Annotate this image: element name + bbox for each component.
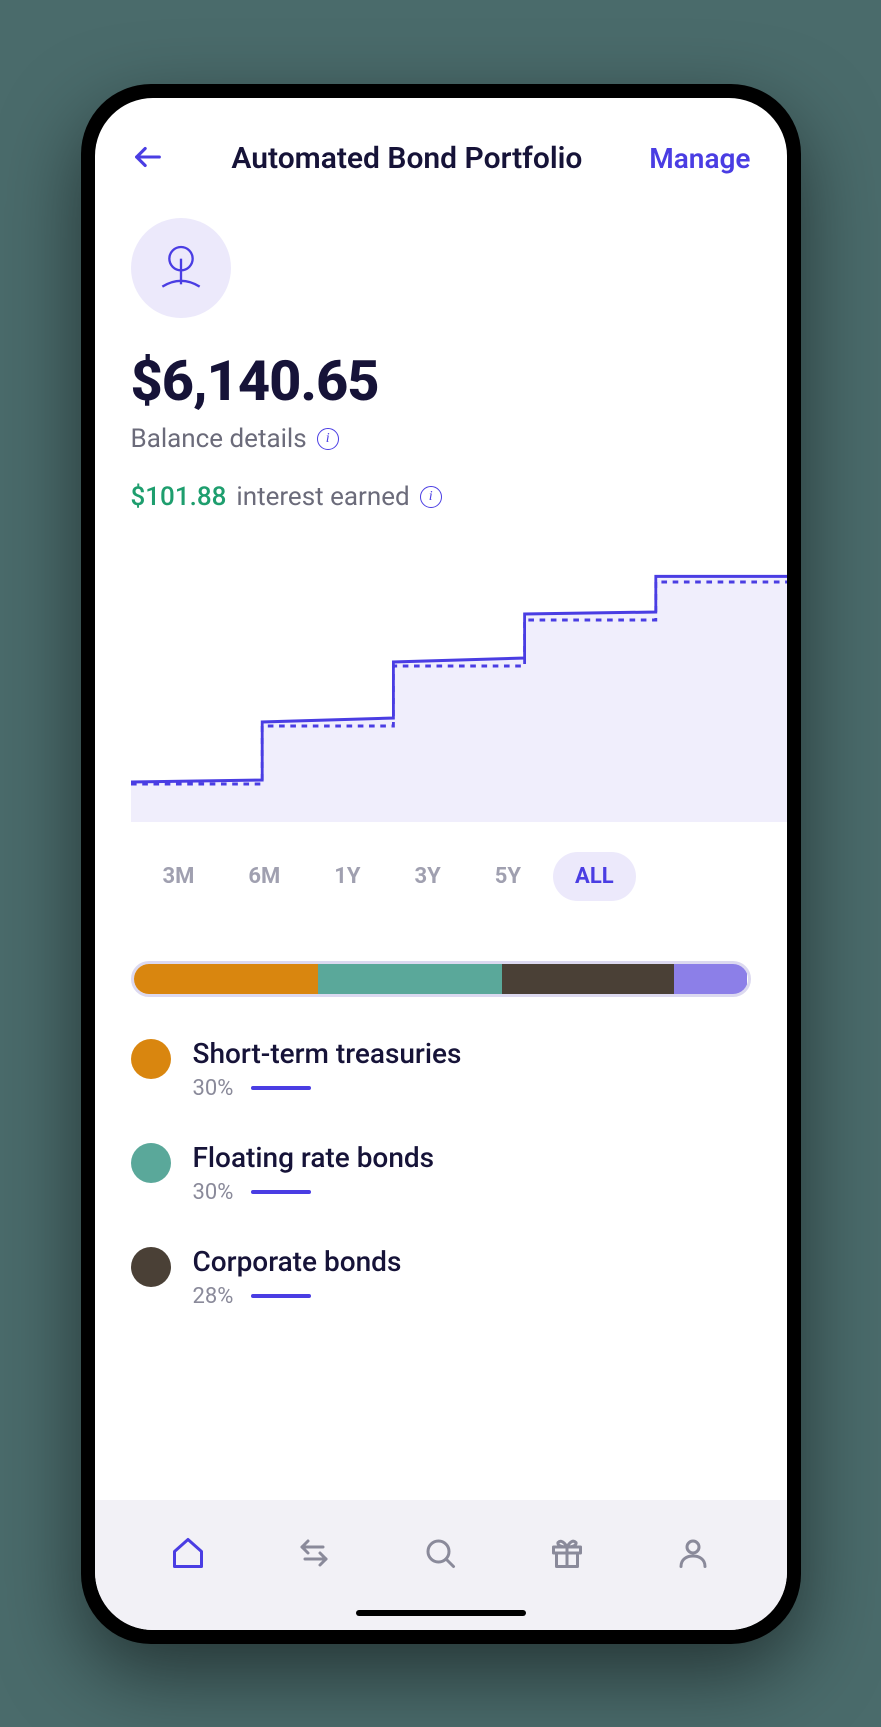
tab-transfer[interactable]: [296, 1535, 332, 1575]
content: $6,140.65 Balance details i $101.88 inte…: [95, 198, 787, 1500]
balance-chart[interactable]: [131, 542, 787, 822]
gift-icon: [549, 1535, 585, 1571]
home-icon: [170, 1535, 206, 1571]
header: Automated Bond Portfolio Manage: [95, 98, 787, 198]
range-5y[interactable]: 5Y: [473, 852, 543, 901]
allocation-dot: [131, 1247, 171, 1287]
tab-gift[interactable]: [549, 1535, 585, 1575]
balance-details-label: Balance details: [131, 424, 307, 454]
allocation-percent-row: 30%: [193, 1076, 462, 1101]
profile-icon: [675, 1535, 711, 1571]
allocation-dot: [131, 1143, 171, 1183]
interest-line: $101.88 interest earned i: [131, 482, 751, 512]
transfer-icon: [296, 1535, 332, 1571]
allocation-name: Corporate bonds: [193, 1245, 402, 1278]
alloc-segment: [318, 964, 502, 994]
page-title: Automated Bond Portfolio: [231, 141, 582, 176]
alloc-segment: [502, 964, 674, 994]
phone-frame: Automated Bond Portfolio Manage $6,140.6…: [81, 84, 801, 1644]
allocation-text: Floating rate bonds 30%: [193, 1141, 435, 1205]
allocation-sparkline: [251, 1086, 311, 1090]
range-all[interactable]: ALL: [553, 852, 636, 901]
allocation-text: Corporate bonds 28%: [193, 1245, 402, 1309]
portfolio-logo: [131, 218, 231, 318]
balance-amount: $6,140.65: [131, 348, 751, 414]
alloc-segment: [134, 964, 318, 994]
range-3m[interactable]: 3M: [141, 852, 217, 901]
back-button[interactable]: [131, 140, 165, 178]
tab-home[interactable]: [170, 1535, 206, 1575]
allocation-name: Floating rate bonds: [193, 1141, 435, 1174]
allocation-row[interactable]: Corporate bonds 28%: [131, 1245, 751, 1309]
interest-amount: $101.88: [131, 482, 227, 512]
allocation-dot: [131, 1039, 171, 1079]
phone-screen: Automated Bond Portfolio Manage $6,140.6…: [95, 98, 787, 1630]
manage-link[interactable]: Manage: [649, 142, 750, 175]
tree-icon: [153, 240, 209, 296]
allocation-text: Short-term treasuries 30%: [193, 1037, 462, 1101]
alloc-segment-other: [674, 964, 748, 994]
allocation-row[interactable]: Floating rate bonds 30%: [131, 1141, 751, 1205]
allocation-sparkline: [251, 1294, 311, 1298]
time-range-selector: 3M6M1Y3Y5YALL: [131, 852, 751, 901]
allocation-percent: 28%: [193, 1284, 234, 1309]
info-icon[interactable]: i: [420, 486, 442, 508]
range-6m[interactable]: 6M: [226, 852, 302, 901]
allocation-percent-row: 30%: [193, 1180, 435, 1205]
allocation-percent-row: 28%: [193, 1284, 402, 1309]
tab-search[interactable]: [422, 1535, 458, 1575]
allocation-percent: 30%: [193, 1180, 234, 1205]
tab-profile[interactable]: [675, 1535, 711, 1575]
home-indicator[interactable]: [356, 1610, 526, 1616]
interest-label: interest earned: [236, 482, 409, 512]
tab-bar: [95, 1500, 787, 1630]
allocation-sparkline: [251, 1190, 311, 1194]
info-icon[interactable]: i: [317, 428, 339, 450]
allocation-bar[interactable]: [131, 961, 751, 997]
allocation-list: Short-term treasuries30%Floating rate bo…: [131, 1037, 751, 1309]
range-3y[interactable]: 3Y: [393, 852, 463, 901]
allocation-name: Short-term treasuries: [193, 1037, 462, 1070]
allocation-percent: 30%: [193, 1076, 234, 1101]
balance-details-link[interactable]: Balance details i: [131, 424, 751, 454]
search-icon: [422, 1535, 458, 1571]
allocation-row[interactable]: Short-term treasuries 30%: [131, 1037, 751, 1101]
range-1y[interactable]: 1Y: [312, 852, 382, 901]
